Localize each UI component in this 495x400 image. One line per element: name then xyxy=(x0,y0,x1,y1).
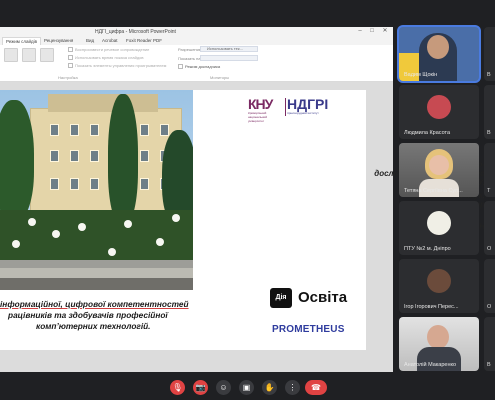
participant-tile[interactable]: Людмила Красота xyxy=(399,85,479,139)
participant-name: ПТУ №2 м. Дніпро xyxy=(404,246,451,252)
tree-left xyxy=(0,100,34,220)
record-button[interactable] xyxy=(40,48,54,62)
participant-initial: В xyxy=(487,72,491,78)
participant-avatar xyxy=(427,269,451,293)
tab-review[interactable]: Рецензування xyxy=(44,38,73,43)
tab-acrobat[interactable]: Acrobat xyxy=(102,38,118,43)
participant-initial: О xyxy=(487,246,492,252)
more-icon[interactable]: ⋮ xyxy=(285,380,300,395)
dia-logo: Дія xyxy=(270,288,292,308)
flower-bed xyxy=(0,210,193,260)
participant-avatar xyxy=(427,211,451,235)
tab-view[interactable]: Вид xyxy=(86,38,94,43)
participant-name: Анатолій Макаренко xyxy=(404,362,457,368)
tab-slideshow[interactable]: Режим слайдів xyxy=(2,37,42,45)
building-photo xyxy=(0,90,193,290)
resolution-select[interactable]: Использовать тек... xyxy=(200,46,258,52)
controls-checkbox[interactable]: Показать элементы управления проигрывате… xyxy=(68,63,166,68)
prometheus-logo-text: PROMETHEUS xyxy=(272,324,345,335)
hand-icon[interactable]: ✋ xyxy=(262,380,277,395)
participant-initial: О xyxy=(487,304,492,310)
participant-tile-partial[interactable]: В xyxy=(484,27,495,81)
quote-line1: інформаційної, цифрової компетентностей xyxy=(0,299,189,309)
participant-tile-partial[interactable]: О xyxy=(484,259,495,313)
participant-name: Людмила Красота xyxy=(404,130,451,136)
participant-tile[interactable]: Вадим Щокін xyxy=(399,27,479,81)
building-roof xyxy=(48,94,158,112)
participant-tile[interactable]: Тетяна Сергіївна Суп... xyxy=(399,143,479,197)
prometheus-logo: PROMETHEUS xyxy=(272,324,345,335)
participant-initial: Т xyxy=(487,188,491,194)
participant-initial: В xyxy=(487,362,491,368)
hang-up-icon[interactable]: ☎ xyxy=(305,380,327,395)
participant-tile-partial[interactable]: В xyxy=(484,317,495,371)
ppt-title-bar: НДГІ_цифра - Microsoft PowerPoint – □ ✕ xyxy=(0,27,393,36)
knu-logo: КНУ Криворізький національний університе… xyxy=(248,96,284,123)
quote-line3: комп’ютерних технологій. xyxy=(36,321,151,331)
slideshow-button[interactable] xyxy=(4,48,18,62)
ribbon: Воспроизвести речевое сопровождение Испо… xyxy=(0,45,393,82)
maximize-icon[interactable]: □ xyxy=(367,28,377,35)
participant-tile-partial[interactable]: О xyxy=(484,201,495,255)
participant-tile[interactable]: Ігор Ігорович Перес... xyxy=(399,259,479,313)
tab-foxit[interactable]: Foxit Reader PDF xyxy=(126,38,162,43)
logo-divider xyxy=(285,98,286,116)
show-on-label: Показать на: xyxy=(178,56,202,61)
participant-initial: В xyxy=(487,130,491,136)
meeting-window: НДГІ_цифра - Microsoft PowerPoint – □ ✕ … xyxy=(0,0,495,400)
monitors-group-label: Мониторы xyxy=(210,75,230,80)
knu-logo-text: КНУ xyxy=(248,96,273,112)
mic-off-icon[interactable]: 🎙 xyxy=(170,380,185,395)
narration-checkbox[interactable]: Воспроизвести речевое сопровождение xyxy=(68,47,149,52)
participant-tile[interactable]: Анатолій Макаренко xyxy=(399,317,479,371)
ngri-logo: НДГРІ гірничорудний інститут xyxy=(287,97,357,117)
slide-quote: інформаційної, цифрової компетентностей … xyxy=(0,299,245,332)
emoji-icon[interactable]: ☺ xyxy=(216,380,231,395)
participant-tile-partial[interactable]: В xyxy=(484,85,495,139)
window-title: НДГІ_цифра - Microsoft PowerPoint xyxy=(95,29,176,35)
camera-off-icon[interactable]: 📷 xyxy=(193,380,208,395)
settings-group-label: Настройка xyxy=(58,75,78,80)
participant-name: Тетяна Сергіївна Суп... xyxy=(404,188,463,194)
participant-tile[interactable]: ПТУ №2 м. Дніпро xyxy=(399,201,479,255)
timings-checkbox[interactable]: Использовать время показа слайдов xyxy=(68,55,144,60)
ngri-logo-text: НДГРІ xyxy=(287,96,329,112)
close-icon[interactable]: ✕ xyxy=(380,28,390,35)
presenter-view-checkbox[interactable]: Режим докладчика xyxy=(178,64,220,69)
minimize-icon[interactable]: – xyxy=(355,28,365,35)
osvita-logo: Освіта xyxy=(298,289,348,306)
resolution-label: Разрешение: xyxy=(178,47,203,52)
knu-logo-subtext: Криворізький національний університет xyxy=(248,111,268,123)
monitor-select[interactable] xyxy=(200,55,258,61)
participant-avatar xyxy=(427,95,451,119)
participant-name: Вадим Щокін xyxy=(404,72,438,78)
rehearse-button[interactable] xyxy=(22,48,36,62)
participant-tile-partial[interactable]: Т xyxy=(484,143,495,197)
tree-middle xyxy=(108,94,138,224)
present-icon[interactable]: ▣ xyxy=(239,380,254,395)
participant-name: Ігор Ігорович Перес... xyxy=(404,304,459,310)
quote-line2: рацівників та здобувачів професійної xyxy=(8,310,168,320)
ribbon-tabs: Режим слайдів Рецензування Вид Acrobat F… xyxy=(0,36,393,45)
